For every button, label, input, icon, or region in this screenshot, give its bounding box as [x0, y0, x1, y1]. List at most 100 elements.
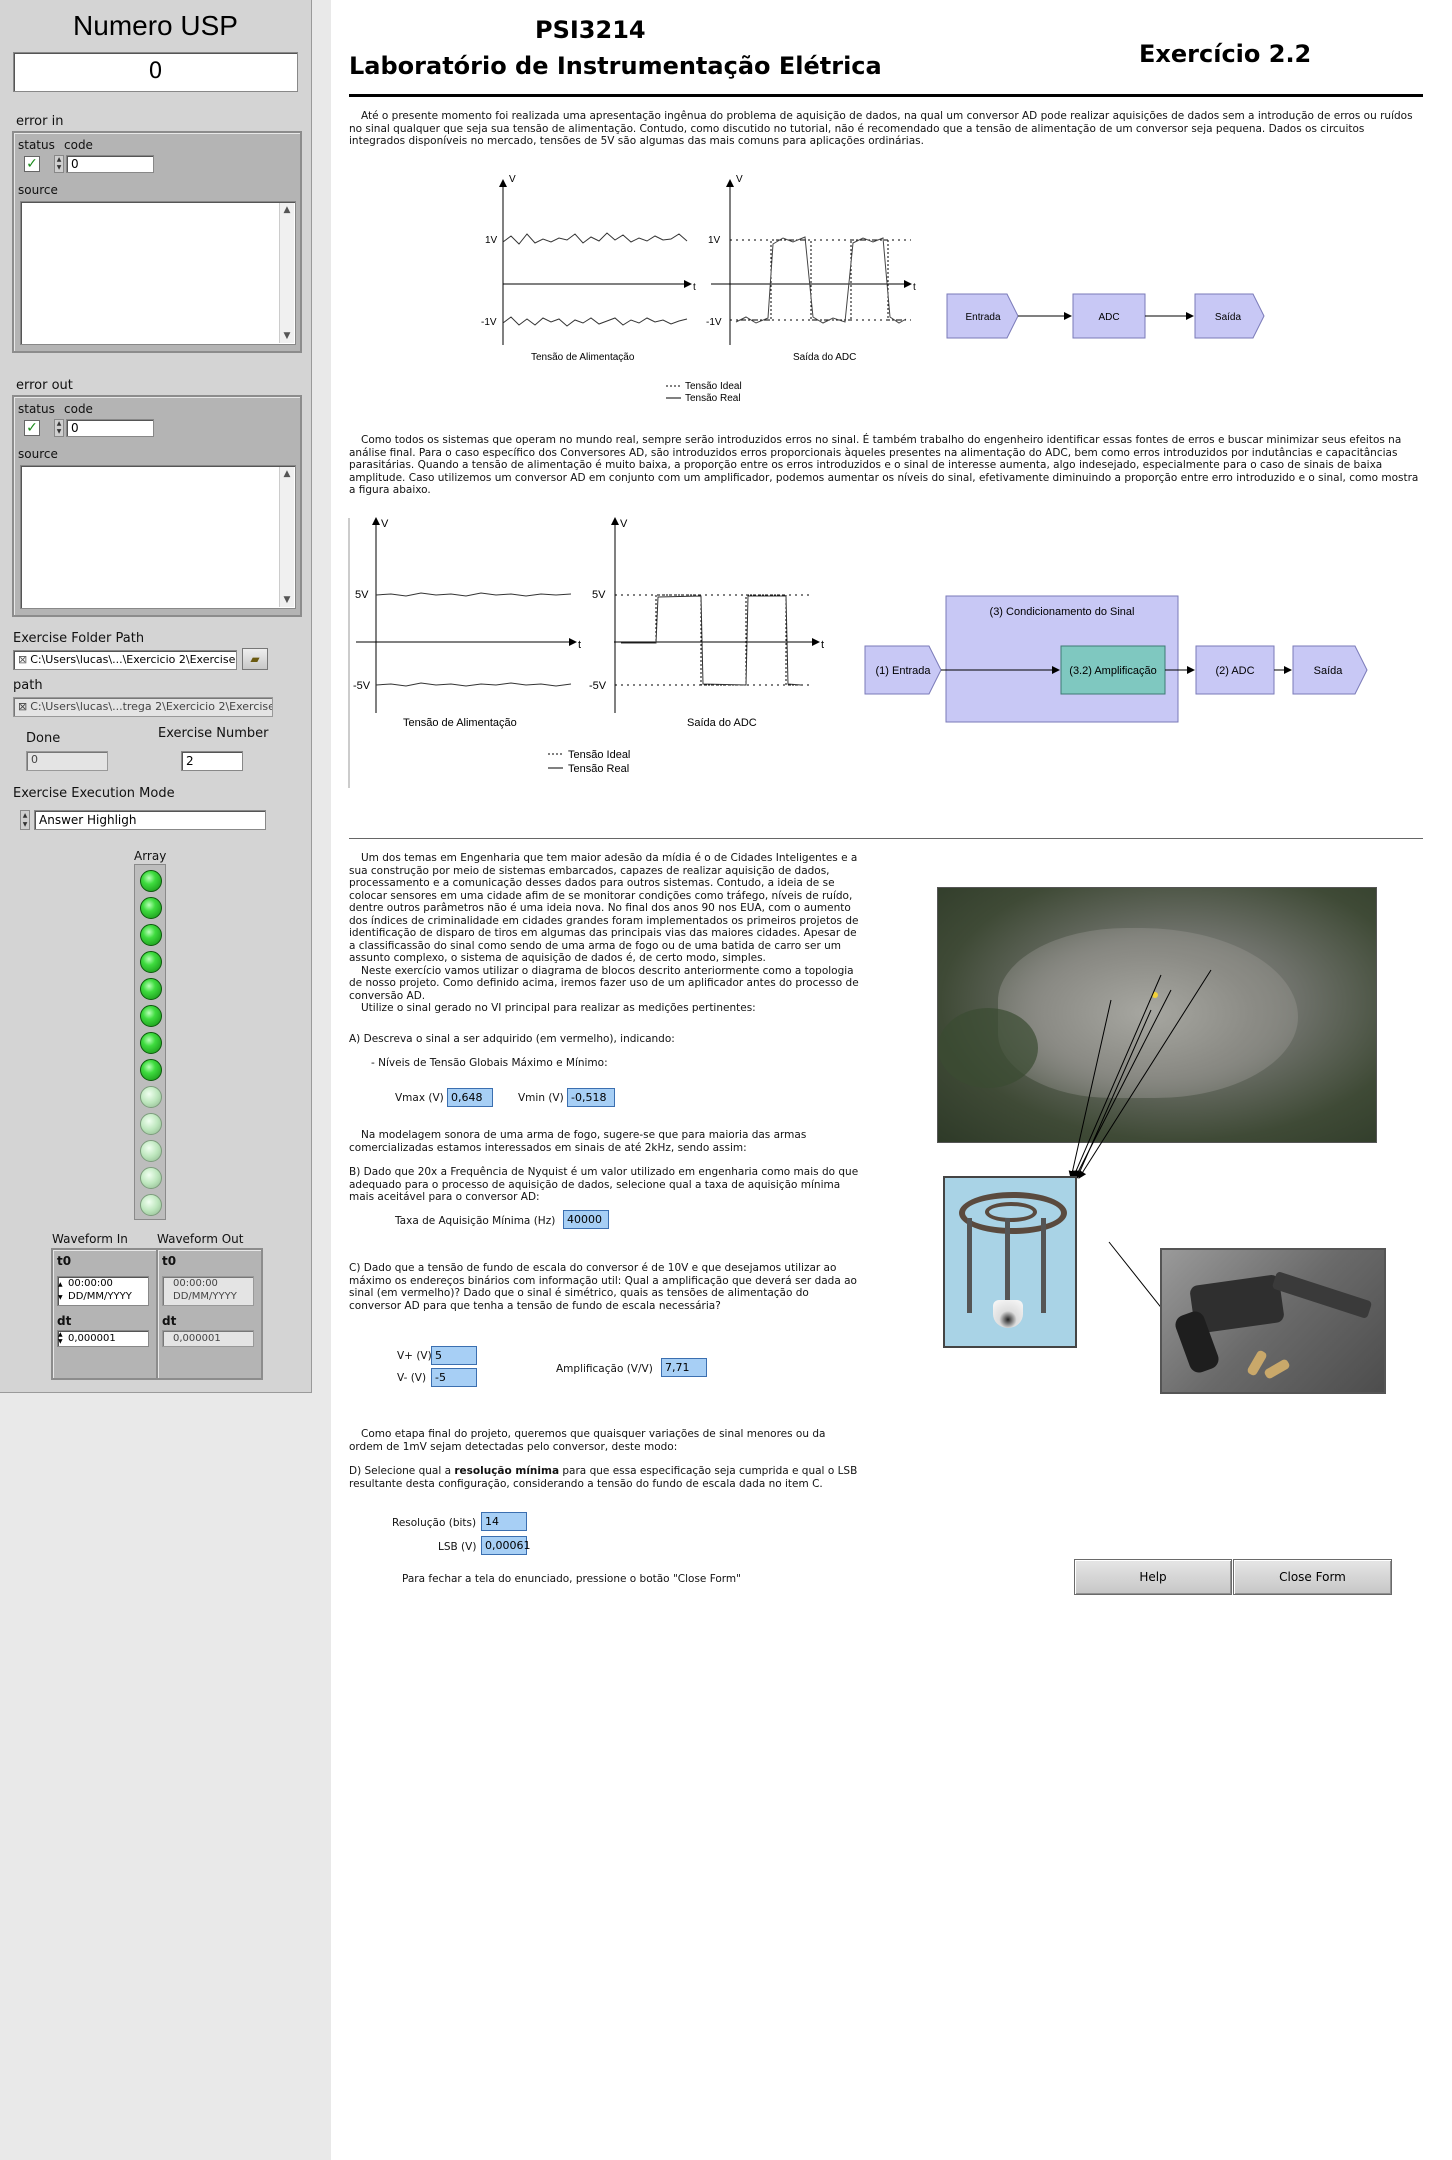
vminus-label: V- (V)	[397, 1372, 427, 1384]
f2-plot1-axis-t: t	[578, 639, 581, 651]
array-label: Array	[134, 849, 167, 863]
waveform-out-t0-label: t0	[162, 1254, 177, 1268]
resolucao-input[interactable]: 14	[481, 1512, 527, 1531]
error-in-source-textbox[interactable]: ▲ ▼	[20, 201, 296, 345]
error-in-code-field[interactable]: 0	[66, 155, 154, 173]
vminus-input[interactable]: -5	[431, 1368, 477, 1387]
array-led	[140, 978, 162, 1000]
exercise-folder-path-input[interactable]: ⊠ C:\Users\lucas\...\Exercicio 2\Exercise…	[13, 650, 237, 670]
lsb-input[interactable]: 0,00061	[481, 1536, 531, 1555]
lsb-label: LSB (V)	[438, 1541, 477, 1553]
error-in-source-scrollbar[interactable]: ▲ ▼	[279, 203, 294, 343]
amplificacao-label: Amplificação (V/V)	[556, 1363, 653, 1375]
camera-dome-icon	[993, 1300, 1023, 1328]
execution-mode-stepper[interactable]: ▲ ▼	[20, 810, 30, 830]
waveform-in-dt-field[interactable]: 0,000001	[57, 1330, 149, 1347]
error-out-cluster: status code ✓ ▲ ▼ 0 source ▲ ▼	[12, 395, 302, 617]
waveform-out-dt-label: dt	[162, 1314, 177, 1328]
revolver-photo	[1160, 1248, 1386, 1394]
front-panel-controls: Numero USP 0 error in status code ✓ ▲ ▼ 0…	[0, 0, 312, 1393]
waveform-in-cluster: t0 00:00:00 DD/MM/YYYY ▲ ▼ dt 0,000001 ▲ ▼	[51, 1248, 158, 1380]
f1-legend-real: Tensão Real	[685, 393, 741, 404]
amplificacao-input[interactable]: 7,71	[661, 1358, 707, 1377]
revolver-barrel	[1271, 1270, 1373, 1320]
error-out-source-textbox[interactable]: ▲ ▼	[20, 465, 296, 609]
course-code: PSI3214	[535, 16, 646, 44]
error-out-code-label: code	[64, 402, 93, 416]
path-label: path	[13, 678, 43, 693]
waveform-in-t0-field[interactable]: 00:00:00 DD/MM/YYYY	[57, 1276, 149, 1306]
error-out-code-field[interactable]: 0	[66, 419, 154, 437]
waveform-in-title: Waveform In	[52, 1232, 128, 1246]
waveform-out-cluster: t0 00:00:00 DD/MM/YYYY dt 0,000001	[156, 1248, 263, 1380]
error-in-source-label: source	[18, 183, 58, 197]
f2-plot2-axis-v: V	[620, 518, 628, 530]
help-button[interactable]: Help	[1074, 1559, 1232, 1595]
f2-block-amplificacao: (3.2) Amplificação	[1069, 665, 1156, 677]
vmax-input[interactable]: 0,648	[447, 1088, 493, 1107]
waveform-in-t0-label: t0	[57, 1254, 72, 1268]
execution-mode-ring[interactable]: Answer Highligh	[34, 810, 266, 830]
vplus-input[interactable]: 5	[431, 1346, 477, 1365]
error-out-source-scrollbar[interactable]: ▲ ▼	[279, 467, 294, 607]
error-out-code-stepper[interactable]: ▲ ▼	[54, 419, 64, 437]
cities-paragraph-2: Neste exercício vamos utilizar o diagram…	[349, 964, 859, 1002]
path-icon: ⊠	[18, 700, 28, 713]
array-led	[140, 1167, 162, 1189]
waveform-out-t0-indicator: 00:00:00 DD/MM/YYYY	[162, 1276, 254, 1306]
figure-2-diagram: V t 5V -5V Tensão de Alimentação V t 5V …	[348, 517, 1368, 788]
f1-block-adc: ADC	[1098, 312, 1119, 323]
f1-plot1-tick-neg: -1V	[481, 317, 497, 328]
exercise-number-label: Exercise Number	[158, 726, 269, 741]
question-b-text: B) Dado que 20x a Frequência de Nyquist …	[349, 1166, 859, 1203]
folder-open-icon: ▰	[250, 652, 260, 666]
f1-plot1-axis-t: t	[693, 282, 696, 293]
array-led	[140, 924, 162, 946]
vmin-label: Vmin (V)	[518, 1092, 564, 1104]
cities-paragraph-1: Um dos temas em Engenharia que tem maior…	[349, 852, 859, 964]
cities-paragraph-3: Utilize o sinal gerado no VI principal p…	[361, 1002, 756, 1014]
waveform-in-t0-stepper[interactable]: ▲ ▼	[58, 1278, 63, 1304]
array-led	[140, 870, 162, 892]
f2-plot2-tick-neg: -5V	[589, 680, 607, 692]
sensor-rod-left	[967, 1218, 972, 1313]
f2-plot1-caption: Tensão de Alimentação	[403, 717, 517, 729]
f1-plot2-caption: Saída do ADC	[793, 352, 856, 363]
header-divider	[349, 94, 1423, 97]
vplus-label: V+ (V)	[397, 1350, 432, 1362]
execution-mode-label: Exercise Execution Mode	[13, 786, 175, 801]
f2-plot2-tick-pos: 5V	[592, 589, 606, 601]
supply-voltage-plot: V t 1V -1V Tensão de Alimentação	[481, 174, 696, 363]
f1-plot1-tick-pos: 1V	[485, 235, 498, 246]
sensor-rod-center	[1005, 1218, 1010, 1306]
f2-legend-real: Tensão Real	[568, 763, 629, 775]
question-a-subtext: - Níveis de Tensão Globais Máximo e Míni…	[371, 1057, 608, 1069]
browse-folder-button[interactable]: ▰	[242, 648, 268, 670]
close-form-button[interactable]: Close Form	[1233, 1559, 1392, 1595]
numero-usp-label: Numero USP	[73, 10, 238, 41]
taxa-input[interactable]: 40000	[563, 1210, 609, 1229]
f2-block-entrada: (1) Entrada	[875, 665, 931, 677]
path-icon: ⊠	[18, 653, 28, 666]
path-indicator: ⊠ C:\Users\lucas\...trega 2\Exercicio 2\E…	[13, 697, 273, 717]
array-led	[140, 1059, 162, 1081]
error-in-code-stepper[interactable]: ▲ ▼	[54, 155, 64, 173]
exercise-statement-page: PSI3214 Laboratório de Instrumentação El…	[331, 0, 1452, 2160]
array-led	[140, 1140, 162, 1162]
vmin-input[interactable]: -0,518	[567, 1088, 615, 1107]
error-out-source-label: source	[18, 447, 58, 461]
array-led	[140, 897, 162, 919]
f2-block-conditioning: (3) Condicionamento do Sinal	[990, 606, 1135, 618]
exercise-number-input[interactable]: 2	[181, 751, 243, 771]
supply-voltage-plot-2: V t 5V -5V Tensão de Alimentação	[353, 517, 581, 729]
numero-usp-input[interactable]: 0	[13, 52, 298, 92]
f2-block-adc: (2) ADC	[1215, 665, 1254, 677]
taxa-label: Taxa de Aquisição Mínima (Hz)	[395, 1215, 556, 1227]
f2-plot1-axis-v: V	[381, 518, 389, 530]
error-out-status-checkbox[interactable]: ✓	[24, 420, 40, 436]
adc-output-plot-2: V t 5V -5V Saída do ADC	[589, 517, 824, 729]
f1-plot2-tick-neg: -1V	[706, 317, 722, 328]
waveform-in-dt-stepper[interactable]: ▲ ▼	[58, 1331, 63, 1345]
array-led	[140, 1086, 162, 1108]
error-in-status-checkbox[interactable]: ✓	[24, 156, 40, 172]
